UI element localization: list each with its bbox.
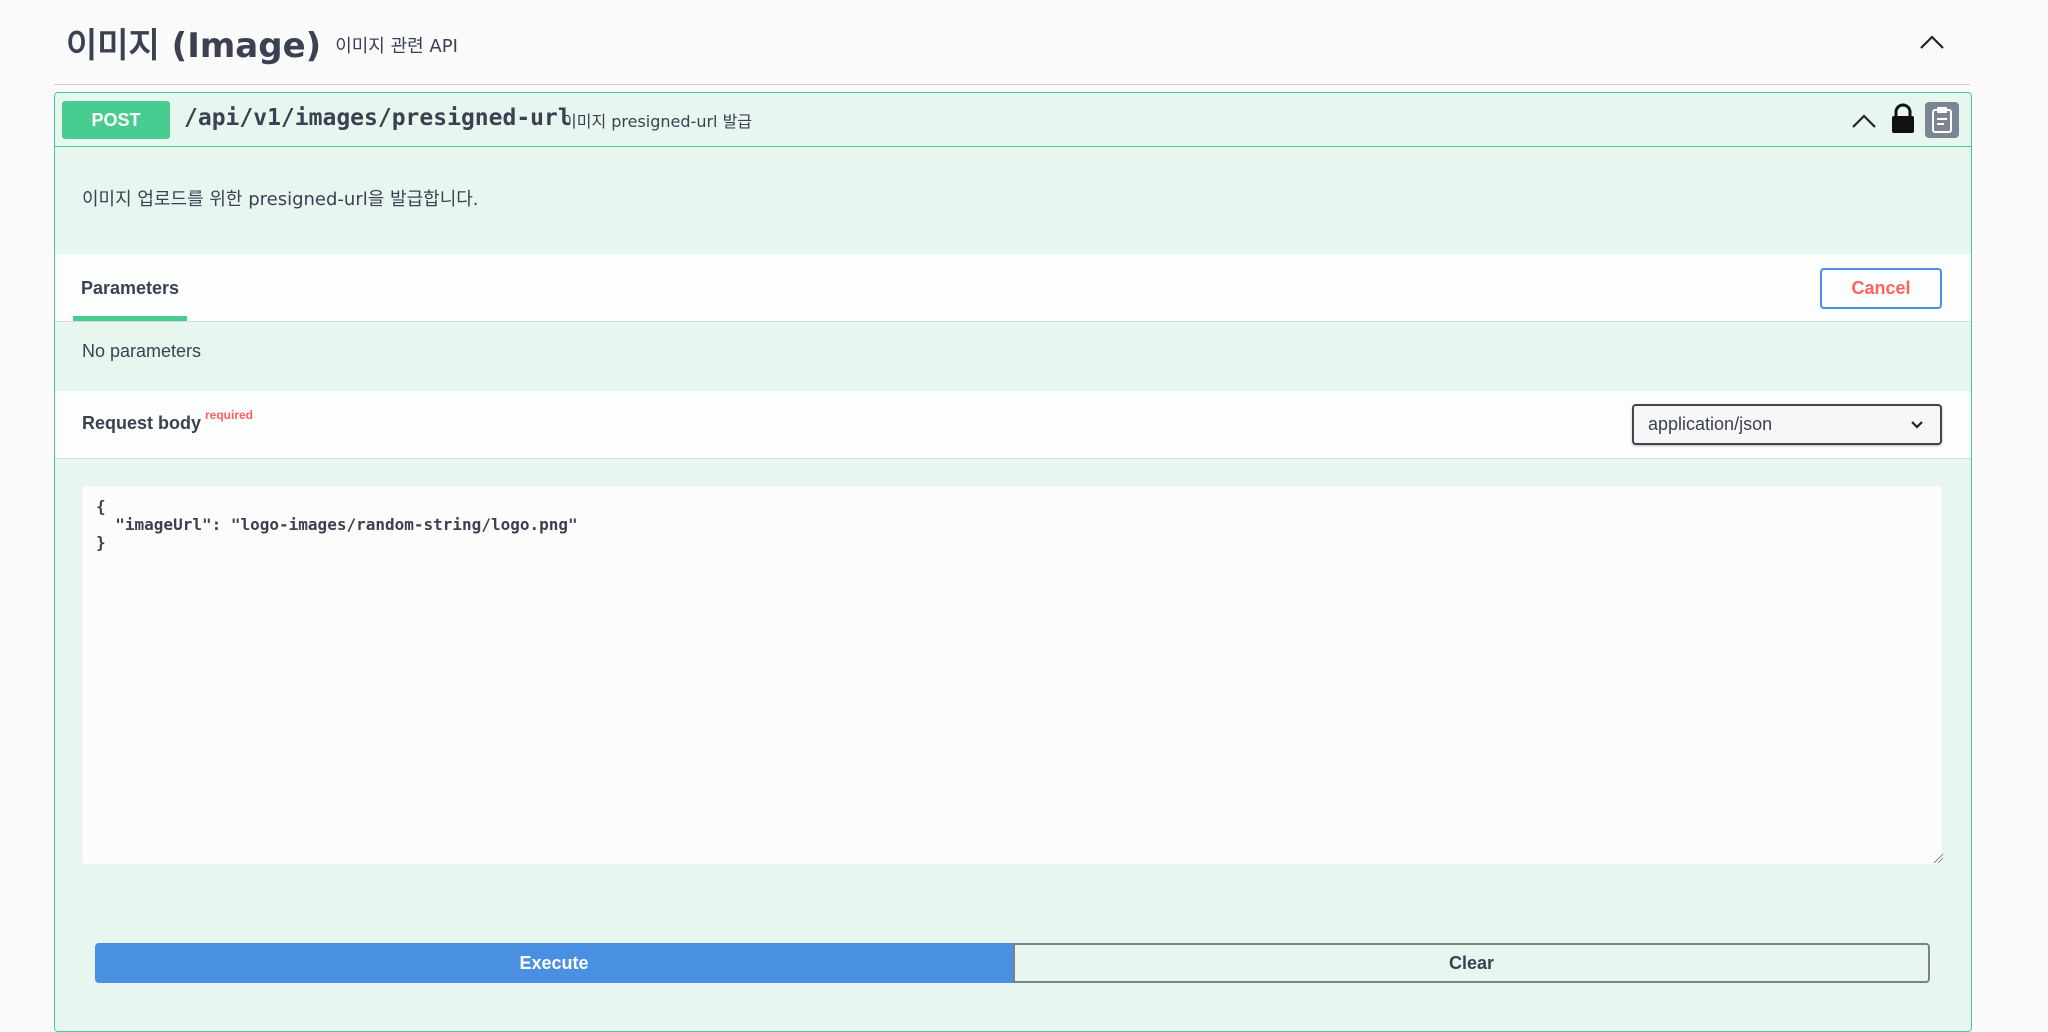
content-type-value: application/json	[1648, 414, 1773, 434]
clear-button[interactable]: Clear	[1013, 943, 1930, 983]
tab-underline	[73, 316, 187, 321]
required-badge: required	[205, 408, 254, 422]
request-body-header: Request body required application/json	[55, 391, 1971, 459]
no-parameters-text: No parameters	[82, 341, 202, 361]
operation-block: POST /api/v1/images/presigned-url 이미지 pr…	[54, 92, 1972, 1032]
chevron-down-icon	[1911, 421, 1923, 429]
operation-path: /api/v1/images/presigned-url	[184, 105, 572, 131]
operation-summary[interactable]: POST /api/v1/images/presigned-url 이미지 pr…	[55, 93, 1971, 147]
operation-summary-text: 이미지 presigned-url 발급	[562, 112, 753, 131]
request-body-editor[interactable]: { "imageUrl": "logo-images/random-string…	[82, 486, 1942, 864]
copy-button[interactable]	[1925, 102, 1959, 138]
chevron-up-icon[interactable]	[1849, 106, 1879, 136]
resize-grip-icon[interactable]	[1932, 852, 1944, 864]
cancel-button[interactable]: Cancel	[1820, 268, 1942, 309]
tab-parameters[interactable]: Parameters	[73, 254, 187, 322]
content-type-select[interactable]: application/json	[1632, 404, 1942, 445]
lock-icon[interactable]	[1889, 103, 1917, 135]
method-badge: POST	[62, 101, 170, 139]
clipboard-icon	[1932, 107, 1952, 133]
tag-header[interactable]: 이미지 (Image) 이미지 관련 API	[54, 0, 1970, 85]
parameters-header: Parameters Cancel	[55, 254, 1971, 322]
tag-description: 이미지 관련 API	[335, 36, 458, 57]
operation-description: 이미지 업로드를 위한 presigned-url을 발급합니다.	[82, 189, 479, 210]
chevron-up-icon[interactable]	[1916, 26, 1948, 58]
request-body-title: Request body	[82, 413, 202, 433]
tag-title: 이미지 (Image)	[66, 25, 322, 66]
execute-button[interactable]: Execute	[95, 943, 1013, 983]
